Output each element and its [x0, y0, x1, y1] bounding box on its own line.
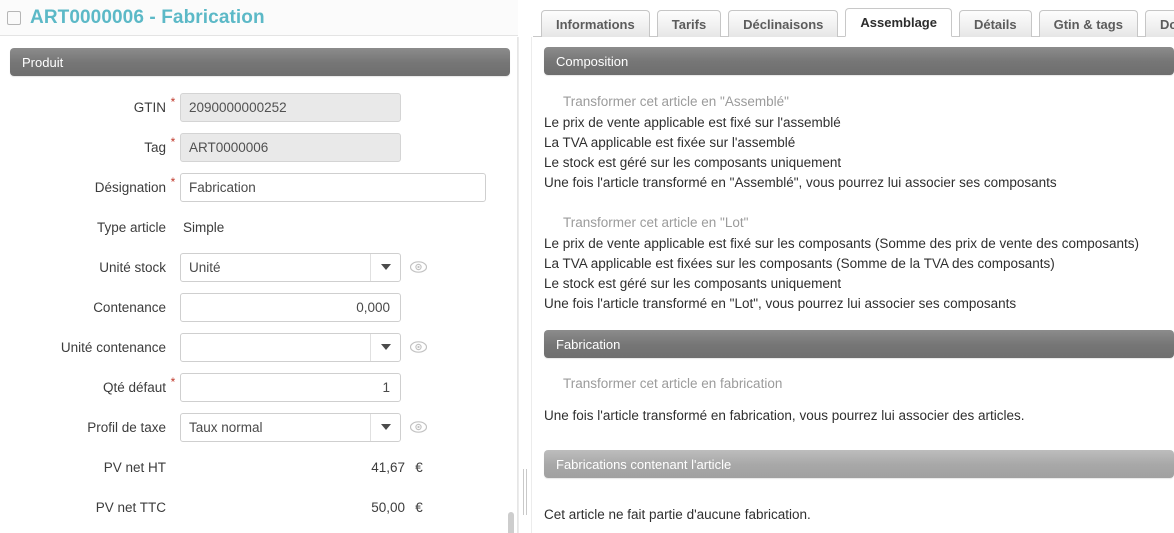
qte-defaut-required-marker: *	[170, 375, 176, 389]
section-header-composition: Composition	[544, 47, 1174, 75]
field-row-qte-defaut: Qté défaut *	[0, 367, 518, 407]
chevron-down-icon	[380, 264, 391, 270]
unite-stock-dropdown-button[interactable]	[370, 253, 400, 281]
eye-icon[interactable]	[410, 261, 427, 273]
qte-defaut-input[interactable]	[180, 372, 401, 402]
type-article-value: Simple	[183, 219, 225, 235]
pane-splitter[interactable]	[518, 37, 532, 533]
assemble-line-2: La TVA applicable est fixée sur l'assemb…	[544, 135, 796, 150]
transform-to-lot-link[interactable]: Transformer cet article en "Lot"	[563, 215, 748, 230]
eye-icon[interactable]	[410, 341, 427, 353]
page-title: ART0000006 - Fabrication	[30, 6, 265, 28]
designation-label: Désignation	[94, 179, 166, 195]
contenance-input[interactable]	[180, 292, 401, 322]
section-header-fabrication: Fabrication	[544, 330, 1174, 358]
chevron-down-icon	[380, 344, 391, 350]
tag-required-marker: *	[170, 135, 176, 149]
field-row-unite-contenance: Unité contenance	[0, 327, 518, 367]
assemble-line-4: Une fois l'article transformé en "Assemb…	[544, 175, 1057, 190]
splitter-grip[interactable]	[523, 469, 529, 515]
field-row-type-article: Type article Simple	[0, 207, 518, 247]
tab-informations[interactable]: Informations	[541, 10, 650, 37]
section-header-composition-label: Composition	[556, 53, 629, 69]
assemble-line-1: Le prix de vente applicable est fixé sur…	[544, 115, 841, 130]
tag-input[interactable]	[180, 132, 401, 162]
field-row-designation: Désignation *	[0, 167, 518, 207]
transform-to-assemble-link[interactable]: Transformer cet article en "Assemblé"	[563, 94, 789, 109]
unite-stock-label: Unité stock	[99, 259, 166, 275]
lot-line-2: La TVA applicable est fixées sur les com…	[544, 256, 1055, 271]
type-article-label: Type article	[96, 219, 166, 235]
tab-details[interactable]: Détails	[958, 10, 1032, 37]
eye-icon[interactable]	[410, 421, 427, 433]
field-row-pv-net-ttc: PV net TTC 50,00 €	[0, 487, 518, 527]
section-header-fabrications-contenant-label: Fabrications contenant l'article	[556, 456, 732, 472]
section-header-produit-label: Produit	[22, 54, 64, 70]
section-header-fabrication-label: Fabrication	[556, 336, 621, 352]
gtin-label: GTIN	[133, 99, 166, 115]
chevron-down-icon	[380, 424, 391, 430]
field-row-tag: Tag *	[0, 127, 518, 167]
pv-net-ht-currency: €	[415, 459, 423, 475]
left-pane-body: Produit GTIN * Tag * Désignation *	[0, 37, 518, 533]
assemble-line-3: Le stock est géré sur les composants uni…	[544, 155, 842, 170]
profil-taxe-value: Taux normal	[189, 419, 263, 435]
fabrications-contenant-empty-message: Cet article ne fait partie d'aucune fabr…	[544, 507, 811, 522]
title-bar: ART0000006 - Fabrication	[0, 0, 518, 36]
profil-taxe-select[interactable]: Taux normal	[180, 412, 401, 442]
unite-stock-select[interactable]: Unité	[180, 252, 401, 282]
field-row-unite-stock: Unité stock Unité	[0, 247, 518, 287]
tab-tarifs[interactable]: Tarifs	[656, 10, 722, 37]
profil-taxe-label: Profil de taxe	[87, 419, 166, 435]
lot-line-1: Le prix de vente applicable est fixé sur…	[544, 236, 1140, 251]
transform-to-fabrication-link[interactable]: Transformer cet article en fabrication	[563, 376, 782, 391]
article-detail-screen: ART0000006 - Fabrication Produit GTIN * …	[0, 0, 1174, 533]
field-row-pv-net-ht: PV net HT 41,67 €	[0, 447, 518, 487]
pv-net-ht-value: 41,67	[371, 459, 405, 475]
checkbox-icon[interactable]	[7, 10, 21, 25]
unite-contenance-select[interactable]	[180, 332, 401, 362]
pv-net-ttc-label: PV net TTC	[95, 499, 166, 515]
contenance-label: Contenance	[93, 299, 166, 315]
unite-stock-value: Unité	[189, 259, 221, 275]
right-pane: Informations Tarifs Déclinaisons Assembl…	[533, 0, 1174, 533]
left-pane-scrollbar[interactable]	[508, 512, 514, 533]
designation-required-marker: *	[170, 175, 176, 189]
fabrication-info-line: Une fois l'article transformé en fabrica…	[544, 408, 1025, 423]
unite-contenance-label: Unité contenance	[60, 339, 166, 355]
tab-declinaisons[interactable]: Déclinaisons	[728, 10, 839, 37]
lot-line-4: Une fois l'article transformé en "Lot", …	[544, 296, 1017, 311]
section-header-fabrications-contenant: Fabrications contenant l'article	[544, 450, 1174, 478]
field-row-contenance: Contenance	[0, 287, 518, 327]
pv-net-ht-label: PV net HT	[103, 459, 166, 475]
lot-line-3: Le stock est géré sur les composants uni…	[544, 276, 842, 291]
field-row-profil-taxe: Profil de taxe Taux normal	[0, 407, 518, 447]
unite-contenance-dropdown-button[interactable]	[370, 333, 400, 361]
section-header-produit: Produit	[10, 48, 510, 76]
gtin-required-marker: *	[170, 95, 176, 109]
tab-strip: Informations Tarifs Déclinaisons Assembl…	[533, 0, 1174, 37]
tab-assemblage[interactable]: Assemblage	[845, 8, 952, 37]
pv-net-ttc-currency: €	[415, 499, 423, 515]
tag-label: Tag	[144, 139, 166, 155]
gtin-input[interactable]	[180, 92, 401, 122]
profil-taxe-dropdown-button[interactable]	[370, 413, 400, 441]
designation-input[interactable]	[180, 172, 486, 202]
right-pane-body: Composition Transformer cet article en "…	[533, 38, 1174, 533]
pv-net-ttc-value: 50,00	[371, 499, 405, 515]
tab-documents[interactable]: Documents	[1144, 10, 1174, 37]
qte-defaut-label: Qté défaut	[102, 379, 166, 395]
field-row-gtin: GTIN *	[0, 87, 518, 127]
left-pane: ART0000006 - Fabrication Produit GTIN * …	[0, 0, 518, 533]
tab-gtin-tags[interactable]: Gtin & tags	[1038, 10, 1138, 37]
